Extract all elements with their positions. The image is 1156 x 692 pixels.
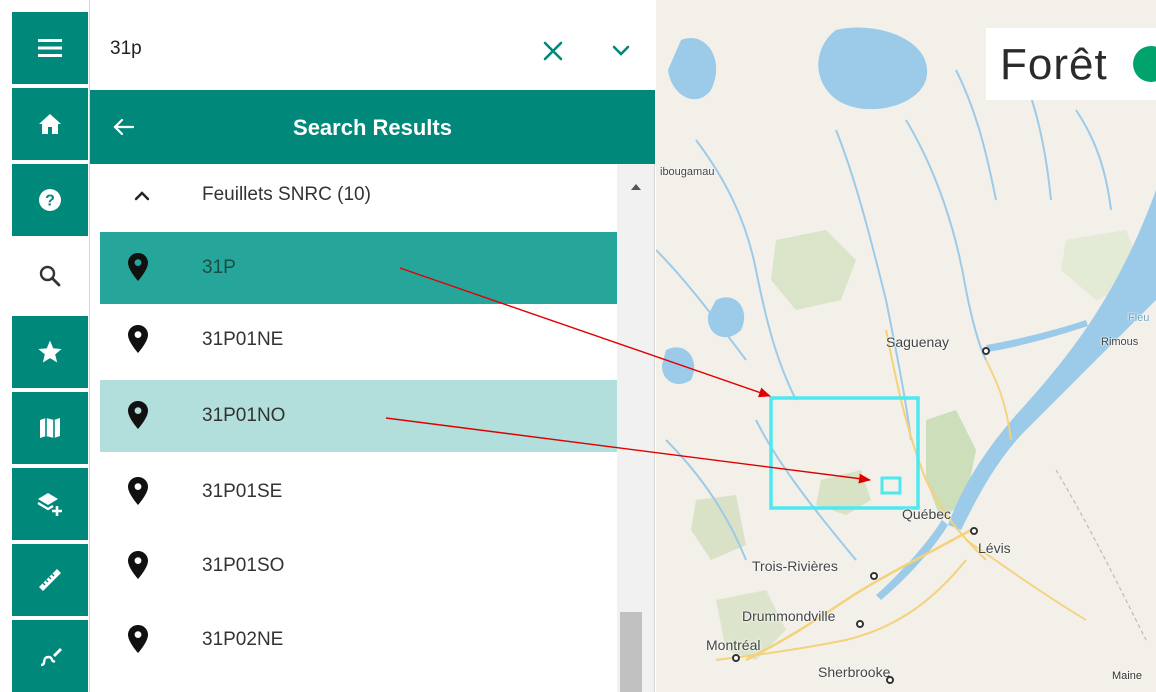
logo-mark-icon <box>1133 46 1156 82</box>
result-group-header[interactable]: Feuillets SNRC (10) <box>100 164 617 224</box>
place-label-maine: Maine <box>1112 670 1142 682</box>
search-icon <box>39 265 61 287</box>
result-item-31p01se[interactable]: 31P01SE <box>100 456 617 528</box>
place-label-rimouski: Rimous <box>1101 336 1139 348</box>
help-button[interactable]: ? <box>12 164 88 238</box>
logo: Forêt <box>986 28 1156 100</box>
menu-icon <box>38 39 62 57</box>
place-label-fleuve: Fleu <box>1128 312 1150 324</box>
result-item-label: 31P01SE <box>202 481 283 502</box>
city-marker-drummondville <box>856 620 864 628</box>
location-pin-icon <box>128 253 148 281</box>
location-pin-icon <box>128 325 148 353</box>
search-input[interactable]: 31p <box>110 38 142 60</box>
result-item-31p01ne[interactable]: 31P01NE <box>100 304 617 376</box>
favorites-button[interactable] <box>12 316 88 390</box>
result-item-31p01so[interactable]: 31P01SO <box>100 530 617 602</box>
home-icon <box>39 114 61 134</box>
result-item-31p[interactable]: 31P <box>100 232 617 304</box>
place-label-quebec: Québec <box>902 506 952 522</box>
result-item-label: 31P02NE <box>202 629 284 650</box>
result-item-label: 31P01SO <box>202 555 285 576</box>
city-marker-saguenay <box>982 347 990 355</box>
place-label-drummondville: Drummondville <box>742 608 836 624</box>
star-icon <box>38 340 62 363</box>
result-item-label: 31P01NO <box>202 405 286 426</box>
tool-rail: ? <box>0 0 90 692</box>
location-pin-icon <box>128 625 148 653</box>
place-label-sherbrooke: Sherbrooke <box>818 664 891 680</box>
chevron-down-icon <box>612 45 630 56</box>
measure-button[interactable] <box>12 544 88 618</box>
search-options-button[interactable] <box>606 36 636 66</box>
home-button[interactable] <box>12 88 88 162</box>
add-layer-button[interactable] <box>12 468 88 542</box>
city-marker-sherbrooke <box>886 676 894 684</box>
result-item-31p01no[interactable]: 31P01NO <box>100 380 617 452</box>
search-bar: 31p <box>90 12 655 90</box>
close-icon <box>543 41 563 61</box>
menu-button[interactable] <box>12 12 88 86</box>
result-item-label: 31P01NE <box>202 329 284 350</box>
results-list: Feuillets SNRC (10) 31P 31P01NE 31P01NO … <box>90 164 655 692</box>
place-label-levis: Lévis <box>978 540 1011 556</box>
map-icon <box>40 418 60 438</box>
city-marker-trois-rivieres <box>870 572 878 580</box>
add-layer-icon <box>37 493 62 516</box>
results-scrollbar[interactable] <box>617 164 654 692</box>
map-button[interactable] <box>12 392 88 466</box>
clear-search-button[interactable] <box>538 36 568 66</box>
location-pin-icon <box>128 477 148 505</box>
scroll-up-arrow-icon[interactable] <box>629 180 643 194</box>
location-pin-icon <box>128 401 148 429</box>
map-view[interactable]: Forêt ibougamau Fleu Saguenay Rimous Qué… <box>656 0 1156 692</box>
svg-text:?: ? <box>45 193 55 210</box>
logo-text: Forêt <box>1000 40 1108 89</box>
scrollbar-thumb[interactable] <box>620 612 642 692</box>
help-icon: ? <box>39 189 61 211</box>
place-label-trois-rivieres: Trois-Rivières <box>752 558 838 574</box>
result-item-label: 31P <box>202 257 236 278</box>
ruler-icon <box>39 569 61 591</box>
draw-icon <box>40 648 62 667</box>
location-pin-icon <box>128 551 148 579</box>
draw-button[interactable] <box>12 620 88 692</box>
result-item-31p02ne[interactable]: 31P02NE <box>100 604 617 676</box>
place-label-montreal: Montréal <box>706 637 761 653</box>
place-label-saguenay: Saguenay <box>886 334 950 350</box>
search-tool-button[interactable] <box>12 240 88 314</box>
city-marker-montreal <box>732 654 740 662</box>
place-label-chibougamau: ibougamau <box>660 166 715 178</box>
chevron-up-icon[interactable] <box>130 184 154 208</box>
results-title: Search Results <box>293 115 452 140</box>
result-group-label: Feuillets SNRC (10) <box>202 184 371 205</box>
city-marker-quebec <box>970 527 978 535</box>
results-header: Search Results <box>90 90 655 164</box>
